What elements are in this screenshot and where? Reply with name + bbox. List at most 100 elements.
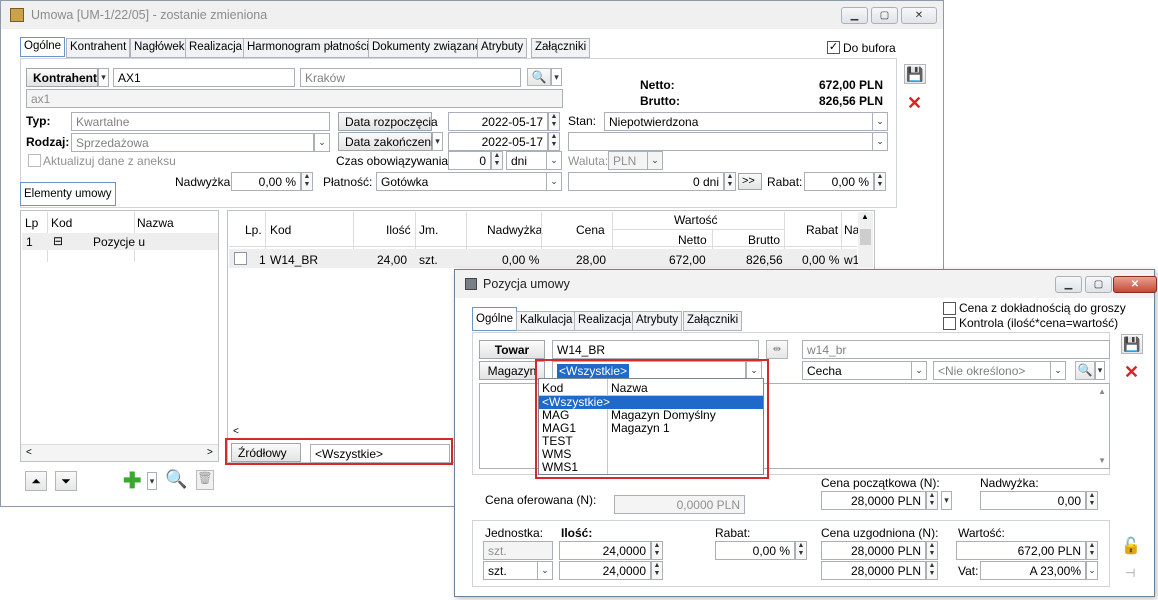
cena-uzgodniona-field-1[interactable]: 28,0000 PLN xyxy=(821,541,926,560)
search-icon[interactable]: 🔍 xyxy=(527,68,551,86)
rodzaj-field[interactable]: Sprzedażowa xyxy=(71,133,314,152)
data-zakonczenia-button[interactable]: Data zakończenia xyxy=(338,132,440,151)
data-rozpoczecia-spinner[interactable]: ▲ ▼ xyxy=(548,112,560,131)
grid-scroll-left-icon[interactable]: < xyxy=(233,426,239,437)
waluta-field[interactable]: PLN xyxy=(608,151,648,170)
data-zakonczenia-spinner[interactable]: ▲ ▼ xyxy=(548,132,560,151)
lock-icon[interactable]: 🔓 xyxy=(1121,536,1141,556)
dialog-tab-kalkulacja[interactable]: Kalkulacja xyxy=(516,311,577,331)
dialog-close-icon[interactable]: ✕ xyxy=(1113,276,1157,293)
cecha-dropdown-icon[interactable]: ⌄ xyxy=(911,361,927,380)
move-up-icon[interactable]: ⏶ xyxy=(25,471,47,491)
nadwyzka-spinner[interactable]: ▲ ▼ xyxy=(301,172,313,191)
dialog-maximize-icon[interactable]: ▢ xyxy=(1085,276,1112,293)
tab-atrybuty[interactable]: Atrybuty xyxy=(477,38,528,58)
nadwyzka-spinner[interactable]: ▲ ▼ xyxy=(1086,491,1098,510)
rodzaj-dropdown-icon[interactable]: ⌄ xyxy=(314,133,330,152)
czas-spinner[interactable]: ▲ ▼ xyxy=(491,151,503,170)
termin-field[interactable]: 0 dni xyxy=(568,172,724,191)
wartosc-spinner[interactable]: ▲ ▼ xyxy=(1086,541,1098,560)
tree-horizontal-scrollbar[interactable]: < > xyxy=(21,444,218,461)
rabat-field[interactable]: 0,00 % xyxy=(715,541,795,560)
tab-elementy-umowy[interactable]: Elementy umowy xyxy=(20,182,116,206)
cecha-value-dropdown-icon[interactable]: ⌄ xyxy=(1050,361,1066,380)
kontrahent-code-field[interactable]: AX1 xyxy=(113,68,295,87)
jednostka-field-2[interactable]: szt. xyxy=(483,561,538,580)
move-down-icon[interactable]: ⏷ xyxy=(55,471,77,491)
ilosc-field-2[interactable]: 24,0000 xyxy=(559,561,651,580)
do-bufora-checkbox[interactable]: ✓ xyxy=(827,41,840,54)
towar-name-field[interactable]: w14_br xyxy=(802,340,1110,359)
dialog-tab-ogolne[interactable]: Ogólne xyxy=(472,307,518,331)
cena-uzgodniona-spinner-2[interactable]: ▲ ▼ xyxy=(926,561,938,580)
search-dropdown-icon[interactable]: ▾ xyxy=(551,68,562,86)
rabat-field[interactable]: 0,00 % xyxy=(804,172,874,191)
tab-kontrahent[interactable]: Kontrahent xyxy=(66,38,131,58)
close-icon[interactable]: ✕ xyxy=(901,7,937,24)
termin-more-button[interactable]: >> xyxy=(738,173,762,190)
kontrahent-name-field[interactable]: ax1 xyxy=(26,89,563,108)
stan-extra-dropdown-icon[interactable]: ⌄ xyxy=(872,132,888,151)
cecha-field[interactable]: Cecha xyxy=(802,361,912,380)
dialog-minimize-icon[interactable]: ▁ xyxy=(1055,276,1082,293)
data-rozpoczecia-button[interactable]: Data rozpoczęcia xyxy=(338,112,438,131)
grid-row-checkbox[interactable] xyxy=(234,252,247,265)
czas-unit-field[interactable]: dni xyxy=(506,151,547,170)
cena-uzgodniona-spinner-1[interactable]: ▲ ▼ xyxy=(926,541,938,560)
delete-icon[interactable]: 🗑 xyxy=(196,470,214,490)
nadwyzka-field[interactable]: 0,00 % xyxy=(231,172,301,191)
platnosc-field[interactable]: Gotówka xyxy=(376,172,547,191)
save-icon[interactable]: 💾 xyxy=(904,64,926,84)
wartosc-field[interactable]: 672,00 PLN xyxy=(956,541,1086,560)
czas-unit-dropdown-icon[interactable]: ⌄ xyxy=(546,151,562,170)
data-rozpoczecia-field[interactable]: 2022-05-17 xyxy=(448,112,548,131)
find-dropdown-icon[interactable]: ▾ xyxy=(1095,361,1105,380)
towar-button[interactable]: Towar xyxy=(479,340,545,359)
cecha-value-field[interactable]: <Nie określono> xyxy=(933,361,1051,380)
kontrahent-dropdown-icon[interactable]: ▾ xyxy=(98,68,109,87)
find-icon[interactable]: 🔍 xyxy=(1075,361,1095,380)
towar-link-icon[interactable]: ⇹ xyxy=(766,340,788,359)
ilosc-field-1[interactable]: 24,0000 xyxy=(559,541,651,560)
cena-oferowana-field[interactable]: 0,0000 PLN xyxy=(614,495,745,514)
stan-dropdown-icon[interactable]: ⌄ xyxy=(872,112,888,131)
cena-poczatkowa-field[interactable]: 28,0000 PLN xyxy=(821,491,926,510)
cancel-icon[interactable]: ✕ xyxy=(907,93,922,114)
kontrahent-city-field[interactable]: Kraków xyxy=(300,68,521,87)
cena-uzgodniona-field-2[interactable]: 28,0000 PLN xyxy=(821,561,926,580)
add-icon[interactable]: ✚ xyxy=(123,468,141,494)
cena-dokladnosc-checkbox[interactable] xyxy=(943,302,956,315)
ilosc-spinner-2[interactable]: ▲ ▼ xyxy=(651,561,663,580)
dialog-cancel-icon[interactable]: ✕ xyxy=(1124,362,1139,383)
waluta-dropdown-icon[interactable]: ⌄ xyxy=(647,151,663,170)
ilosc-spinner-1[interactable]: ▲ ▼ xyxy=(651,541,663,560)
minimize-icon[interactable]: ▁ xyxy=(841,7,868,24)
cena-poczatkowa-spinner[interactable]: ▲ ▼ xyxy=(926,491,938,510)
add-dropdown-icon[interactable]: ▾ xyxy=(147,472,157,490)
tab-ogolne[interactable]: Ogólne xyxy=(20,37,66,57)
kontrahent-button[interactable]: Kontrahent xyxy=(26,68,98,87)
czas-field[interactable]: 0 xyxy=(448,151,491,170)
tab-dokumenty[interactable]: Dokumenty związane xyxy=(368,38,486,58)
towar-code-field[interactable]: W14_BR xyxy=(552,340,759,359)
tab-naglowek[interactable]: Nagłówek xyxy=(130,38,189,58)
dialog-tab-realizacja[interactable]: Realizacja xyxy=(574,311,636,331)
grid-vertical-scrollbar[interactable]: ▲ xyxy=(858,212,873,267)
vat-field[interactable]: A 23,00% xyxy=(980,561,1086,580)
dialog-tab-zalaczniki[interactable]: Załączniki xyxy=(683,311,743,331)
termin-spinner[interactable]: ▲ ▼ xyxy=(724,172,736,191)
stan-field[interactable]: Niepotwierdzona xyxy=(604,112,873,131)
zoom-icon[interactable]: 🔍 xyxy=(165,469,187,490)
nadwyzka-field[interactable]: 0,00 xyxy=(980,491,1086,510)
aktualizuj-checkbox[interactable] xyxy=(28,154,41,167)
pin-icon[interactable]: ⊣ xyxy=(1125,566,1135,580)
jednostka-field-1[interactable]: szt. xyxy=(483,541,553,560)
data-zakonczenia-field[interactable]: 2022-05-17 xyxy=(448,132,548,151)
tree-expand-icon[interactable]: ⊟ xyxy=(53,234,63,248)
vat-dropdown-icon[interactable]: ⌄ xyxy=(1086,561,1098,580)
typ-field[interactable]: Kwartalne xyxy=(71,112,330,131)
dialog-save-icon[interactable]: 💾 xyxy=(1121,334,1143,354)
dialog-tab-atrybuty[interactable]: Atrybuty xyxy=(632,311,683,331)
maximize-icon[interactable]: ▢ xyxy=(871,7,898,24)
cena-poczatkowa-dropdown-icon[interactable]: ▾ xyxy=(941,491,952,510)
